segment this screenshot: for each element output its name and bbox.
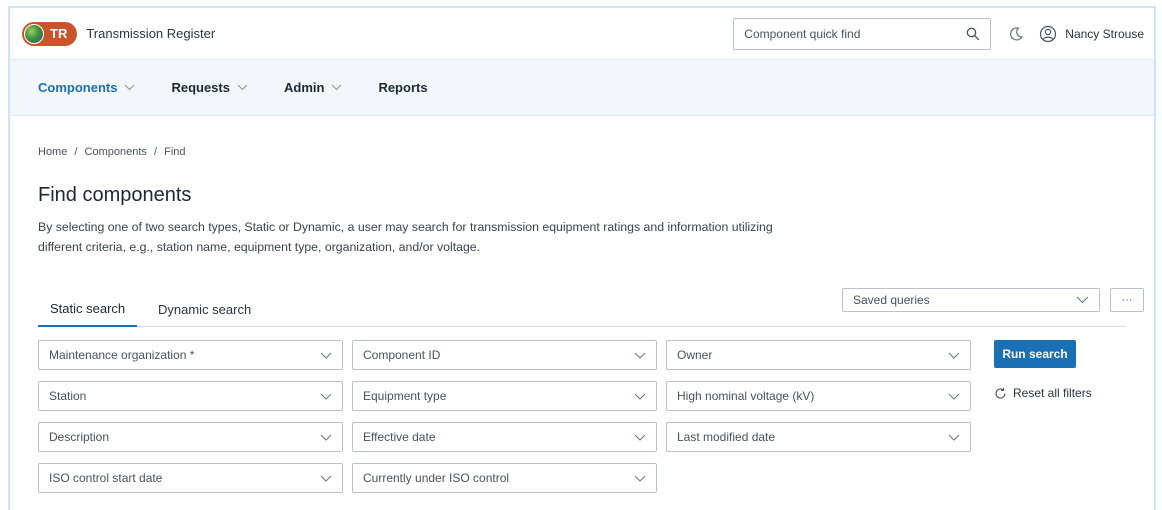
chevron-down-icon xyxy=(125,84,135,91)
app-window: TR Transmission Register Nancy Strouse xyxy=(8,6,1156,510)
chevron-down-icon xyxy=(634,352,646,359)
saved-queries-select[interactable]: Saved queries xyxy=(842,288,1100,312)
user-name: Nancy Strouse xyxy=(1065,27,1144,41)
nav-item-label: Reports xyxy=(378,80,428,95)
nav-item-requests[interactable]: Requests xyxy=(171,80,248,95)
globe-logo-icon xyxy=(24,23,44,44)
app-logo[interactable]: TR xyxy=(22,21,78,46)
station-select[interactable]: Station xyxy=(38,381,343,411)
component-id-select[interactable]: Component ID xyxy=(352,340,657,370)
currently-under-iso-control-select[interactable]: Currently under ISO control xyxy=(352,463,657,493)
filter-label: Owner xyxy=(677,348,713,362)
chevron-down-icon xyxy=(948,393,960,400)
filter-label: Equipment type xyxy=(363,389,447,403)
reset-label: Reset all filters xyxy=(1013,386,1092,400)
description-select[interactable]: Description xyxy=(38,422,343,452)
top-right-controls: Nancy Strouse xyxy=(733,8,1154,60)
user-icon xyxy=(1039,25,1057,43)
chevron-down-icon xyxy=(948,434,960,441)
filter-label: Effective date xyxy=(363,430,436,444)
breadcrumb-components[interactable]: Components xyxy=(85,146,147,158)
nav-item-reports[interactable]: Reports xyxy=(378,80,427,95)
page-title: Find components xyxy=(38,184,192,206)
main-nav: Components Requests Admin Reports xyxy=(10,60,1154,116)
chevron-down-icon xyxy=(948,352,960,359)
owner-select[interactable]: Owner xyxy=(666,340,971,370)
filter-label: Component ID xyxy=(363,348,441,362)
chevron-down-icon xyxy=(332,84,342,91)
filter-label: Station xyxy=(49,389,87,403)
reset-all-filters-link[interactable]: Reset all filters xyxy=(994,386,1092,400)
filter-label: High nominal voltage (kV) xyxy=(677,389,815,403)
breadcrumb-separator: / xyxy=(153,146,158,158)
chevron-down-icon xyxy=(320,352,332,359)
chevron-down-icon xyxy=(320,475,332,482)
search-icon[interactable] xyxy=(966,27,980,41)
chevron-down-icon xyxy=(634,434,646,441)
equipment-type-select[interactable]: Equipment type xyxy=(352,381,657,411)
logo-abbreviation: TR xyxy=(50,26,68,41)
breadcrumb-current: Find xyxy=(164,146,186,158)
last-modified-date-select[interactable]: Last modified date xyxy=(666,422,971,452)
chevron-down-icon xyxy=(1076,296,1089,304)
nav-item-label: Admin xyxy=(283,80,325,95)
more-options-label: ··· xyxy=(1121,294,1133,306)
maintenance-organization-select[interactable]: Maintenance organization * xyxy=(38,340,343,370)
tab-label: Dynamic search xyxy=(158,301,252,317)
quick-find-input[interactable] xyxy=(744,27,945,41)
tab-static-search[interactable]: Static search xyxy=(38,291,138,327)
nav-item-components[interactable]: Components xyxy=(38,80,135,95)
user-menu[interactable]: Nancy Strouse xyxy=(1039,25,1144,43)
breadcrumb-home[interactable]: Home xyxy=(38,146,67,158)
filter-label: Maintenance organization * xyxy=(49,348,195,362)
chevron-down-icon xyxy=(320,434,332,441)
nav-item-admin[interactable]: Admin xyxy=(284,80,342,95)
more-options-button[interactable]: ··· xyxy=(1110,288,1144,312)
filter-label: Currently under ISO control xyxy=(363,471,510,485)
chevron-down-icon xyxy=(237,84,248,91)
nav-item-label: Requests xyxy=(171,80,230,95)
chevron-down-icon xyxy=(634,393,646,400)
tab-label: Static search xyxy=(50,300,126,316)
refresh-icon xyxy=(995,387,1006,399)
quick-find-box[interactable] xyxy=(733,18,992,50)
breadcrumb: Home / Components / Find xyxy=(38,146,190,158)
moon-icon[interactable] xyxy=(1007,25,1025,43)
filter-label: Last modified date xyxy=(677,430,776,444)
nav-item-label: Components xyxy=(38,80,118,95)
chevron-down-icon xyxy=(634,475,646,482)
iso-control-start-date-select[interactable]: ISO control start date xyxy=(38,463,343,493)
filter-label: ISO control start date xyxy=(49,471,163,485)
saved-queries-label: Saved queries xyxy=(853,293,930,307)
high-nominal-voltage-select[interactable]: High nominal voltage (kV) xyxy=(666,381,971,411)
tab-dynamic-search[interactable]: Dynamic search xyxy=(158,291,251,327)
effective-date-select[interactable]: Effective date xyxy=(352,422,657,452)
app-title[interactable]: Transmission Register xyxy=(86,26,215,41)
run-search-button[interactable]: Run search xyxy=(994,340,1076,368)
filter-label: Description xyxy=(49,430,110,444)
page-description: By selecting one of two search types, St… xyxy=(38,220,773,254)
breadcrumb-separator: / xyxy=(74,146,78,158)
top-bar: TR Transmission Register Nancy Strouse xyxy=(10,8,1154,60)
chevron-down-icon xyxy=(320,393,332,400)
